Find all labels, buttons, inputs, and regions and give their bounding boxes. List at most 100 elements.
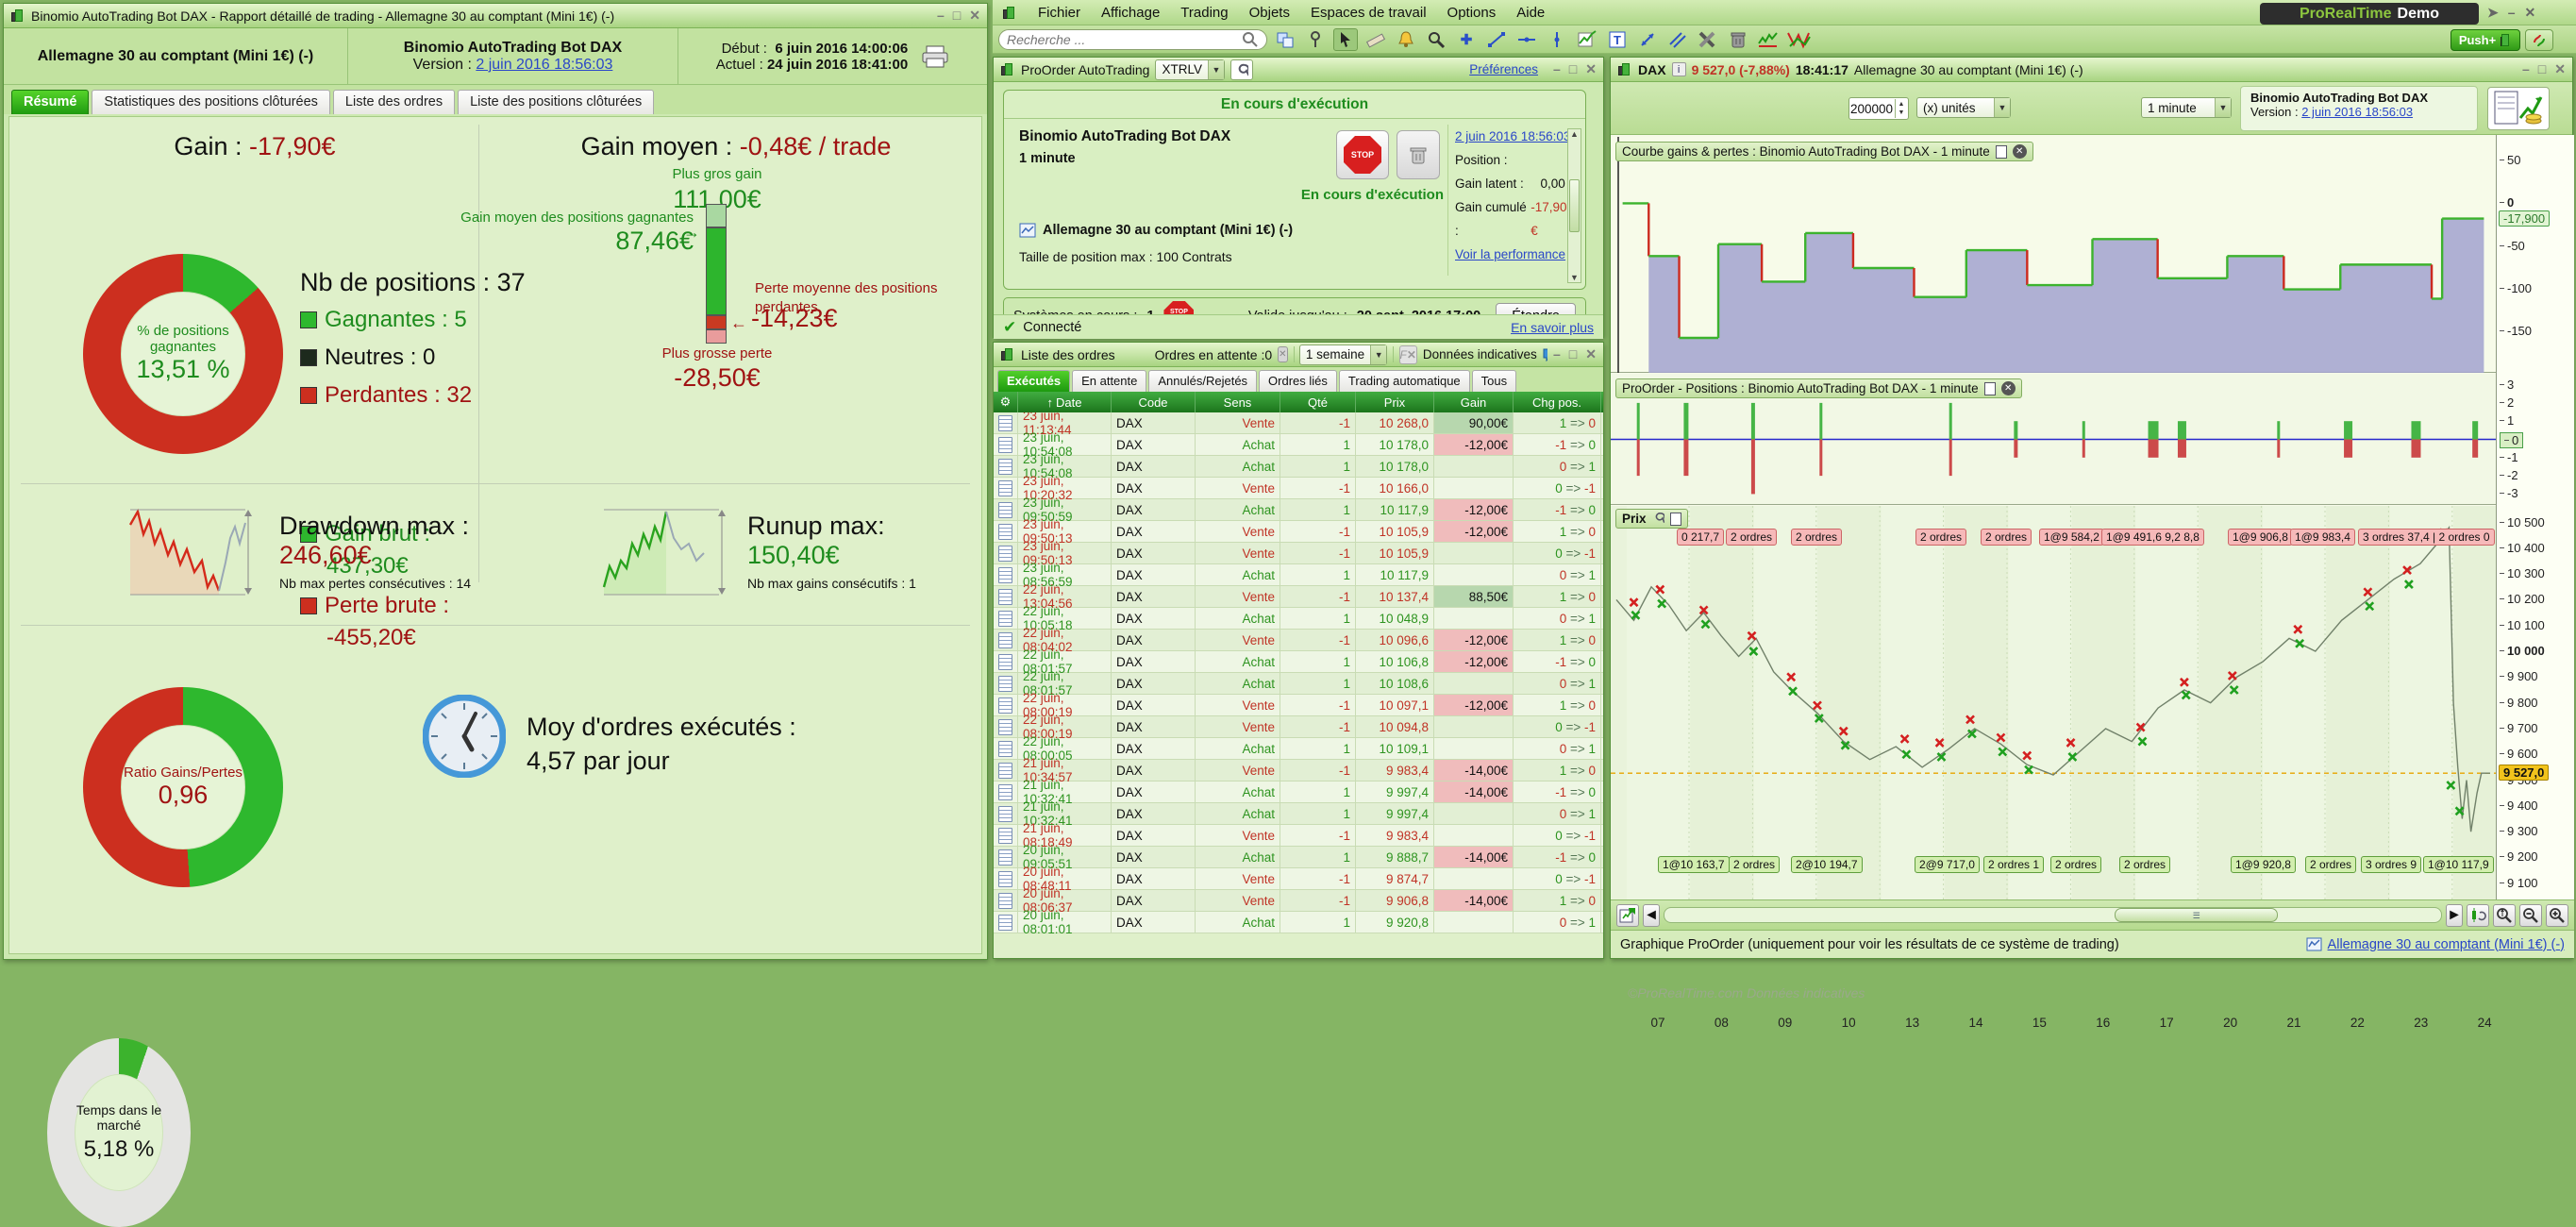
print-icon[interactable] (921, 44, 949, 69)
order-doc-icon[interactable] (994, 868, 1018, 889)
preferences-link[interactable]: Préférences (1469, 62, 1538, 76)
order-doc-icon[interactable] (994, 716, 1018, 737)
pin-icon[interactable]: ➤ (2487, 5, 2499, 21)
report-tab-3[interactable]: Liste des ordres (333, 90, 455, 114)
performance-link[interactable]: Voir la performance (1455, 247, 1565, 261)
point-tool-icon[interactable]: ✚ (1454, 28, 1479, 51)
alarm-bell-icon[interactable] (1394, 28, 1418, 51)
menu-item-fichier[interactable]: Fichier (1038, 5, 1080, 21)
zoom-fit-icon[interactable] (2493, 904, 2516, 927)
stop-system-button[interactable]: STOP (1336, 130, 1389, 179)
order-price-badge[interactable]: 2 ordres (1915, 529, 1966, 546)
minimize-icon[interactable]: – (937, 8, 945, 24)
order-price-badge[interactable]: 2 ordres (2119, 856, 2170, 873)
order-price-badge[interactable]: 1@9 906,8 (2228, 529, 2293, 546)
orders-tab-annulsrejets[interactable]: Annulés/Rejetés (1148, 370, 1257, 392)
order-price-badge[interactable]: 1@9 584,2 (2039, 529, 2104, 546)
chart-plots[interactable]: Courbe gains & pertes : Binomio AutoTrad… (1611, 135, 2496, 916)
zoom-out-icon[interactable] (2519, 904, 2542, 927)
report-tab-1[interactable]: Résumé (11, 90, 89, 114)
zoom-in-icon[interactable] (2546, 904, 2568, 927)
order-doc-icon[interactable] (994, 825, 1018, 846)
vertical-line-icon[interactable] (1545, 28, 1569, 51)
orders-tab-enattente[interactable]: En attente (1072, 370, 1146, 392)
unit-select[interactable]: (x) unités▼ (1916, 97, 2011, 118)
scroll-right-icon[interactable]: ► (2446, 904, 2463, 927)
close-icon[interactable]: ✕ (969, 8, 980, 24)
order-price-badge[interactable]: 1@10 117,9 (2423, 856, 2494, 873)
orders-tab-ordreslis[interactable]: Ordres liés (1259, 370, 1337, 392)
quantity-input[interactable]: 200000▲▼ (1848, 97, 1909, 120)
order-doc-icon[interactable] (994, 760, 1018, 781)
report-tab-2[interactable]: Statistiques des positions clôturées (92, 90, 330, 114)
timeframe-select[interactable]: 1 minute▼ (2141, 97, 2232, 118)
push-plus-button[interactable]: Push+ (2451, 29, 2520, 51)
menu-item-affichage[interactable]: Affichage (1101, 5, 1160, 21)
ruler-icon[interactable] (1363, 28, 1388, 51)
delete-system-button[interactable] (1397, 130, 1440, 179)
order-price-badge[interactable]: 2 ordres (2050, 856, 2101, 873)
column-header-sens[interactable]: Sens (1196, 392, 1280, 412)
menu-item-objets[interactable]: Objets (1249, 5, 1290, 21)
bearish-pattern-icon[interactable] (1786, 28, 1811, 51)
close-panel-icon[interactable]: ✕ (2001, 381, 2016, 395)
orders-tab-tous[interactable]: Tous (1472, 370, 1516, 392)
order-doc-icon[interactable] (994, 478, 1018, 498)
minimize-icon[interactable]: – (2522, 61, 2530, 77)
minimize-icon[interactable]: – (2508, 5, 2516, 21)
order-doc-icon[interactable] (994, 456, 1018, 477)
period-select[interactable]: 1 semaine▼ (1299, 345, 1387, 365)
order-price-badge[interactable]: 2 ordres (1981, 529, 2032, 546)
candle-settings-icon[interactable] (2467, 904, 2489, 927)
quantity-stepper[interactable]: ▲▼ (1895, 99, 1907, 118)
workspace-icon[interactable] (1273, 28, 1297, 51)
table-row[interactable]: 20 juin, 08:01:01DAXAchat19 920,80 => 1 (994, 912, 1603, 933)
comment-bubble-icon[interactable] (1543, 348, 1547, 361)
proorder-titlebar[interactable]: ProOrder AutoTrading XTRLV▼ Préférences … (994, 58, 1603, 82)
ver-date-link[interactable]: 2 juin 2016 18:56:03 (2301, 105, 2413, 119)
order-price-badge[interactable]: 2 ordres (1791, 529, 1842, 546)
order-doc-icon[interactable] (994, 543, 1018, 563)
report-titlebar[interactable]: Binomio AutoTrading Bot DAX - Rapport dé… (4, 4, 987, 28)
order-price-badge[interactable]: 1@9 920,8 (2231, 856, 2296, 873)
order-doc-icon[interactable] (994, 564, 1018, 585)
resize-icon[interactable] (1635, 28, 1660, 51)
maximize-icon[interactable]: □ (1569, 346, 1577, 362)
report-chart-icon[interactable] (2487, 87, 2550, 130)
menu-item-options[interactable]: Options (1447, 5, 1497, 21)
scroll-left-icon[interactable]: ◄ (1643, 904, 1660, 927)
chart-scrollbar-thumb[interactable]: ☰ (2115, 908, 2278, 922)
order-doc-icon[interactable] (994, 847, 1018, 867)
maximize-icon[interactable]: □ (2538, 61, 2546, 77)
close-panel-icon[interactable]: ✕ (2013, 144, 2027, 159)
price-settings-wrench-icon[interactable] (1652, 513, 1664, 525)
report-tab-4[interactable]: Liste des positions clôturées (458, 90, 654, 114)
close-icon[interactable]: ✕ (2525, 5, 2536, 21)
bullish-pattern-icon[interactable] (1756, 28, 1781, 51)
delete-icon[interactable] (1726, 28, 1750, 51)
quick-order-button[interactable] (2525, 29, 2553, 51)
chart-scrollbar[interactable]: ☰ (1664, 907, 2442, 923)
system-date-link[interactable]: 2 juin 2016 18:56:03 (1455, 129, 1570, 143)
menu-item-aide[interactable]: Aide (1516, 5, 1545, 21)
maximize-icon[interactable]: □ (953, 8, 961, 24)
order-price-badge[interactable]: 2@9 717,0 (1915, 856, 1980, 873)
orders-tab-tradingautomatique[interactable]: Trading automatique (1339, 370, 1470, 392)
order-price-badge[interactable]: 2 ordres (1726, 529, 1777, 546)
order-doc-icon[interactable] (994, 608, 1018, 629)
order-price-badge[interactable]: 1@9 983,4 (2290, 529, 2355, 546)
exec-scrollbar[interactable]: ▲▼ (1567, 128, 1581, 283)
parallel-lines-icon[interactable] (1665, 28, 1690, 51)
order-price-badge[interactable]: 2@10 194,7 (1791, 856, 1863, 873)
column-settings-wrench-icon[interactable]: ⚙ (994, 392, 1018, 412)
order-doc-icon[interactable] (994, 890, 1018, 911)
close-icon[interactable]: ✕ (1585, 346, 1597, 362)
settings-wrench-icon[interactable] (1230, 59, 1253, 80)
info-icon[interactable]: i (1672, 62, 1686, 76)
tools-icon[interactable] (1696, 28, 1720, 51)
column-header-date[interactable]: ↑ Date (1018, 392, 1112, 412)
text-tool-icon[interactable]: T (1605, 28, 1630, 51)
menu-item-espaces-de-travail[interactable]: Espaces de travail (1311, 5, 1427, 21)
order-price-badge[interactable]: 3 ordres 37,4 | 2 ordres 0 (2358, 529, 2495, 546)
close-icon[interactable]: ✕ (1585, 61, 1597, 77)
